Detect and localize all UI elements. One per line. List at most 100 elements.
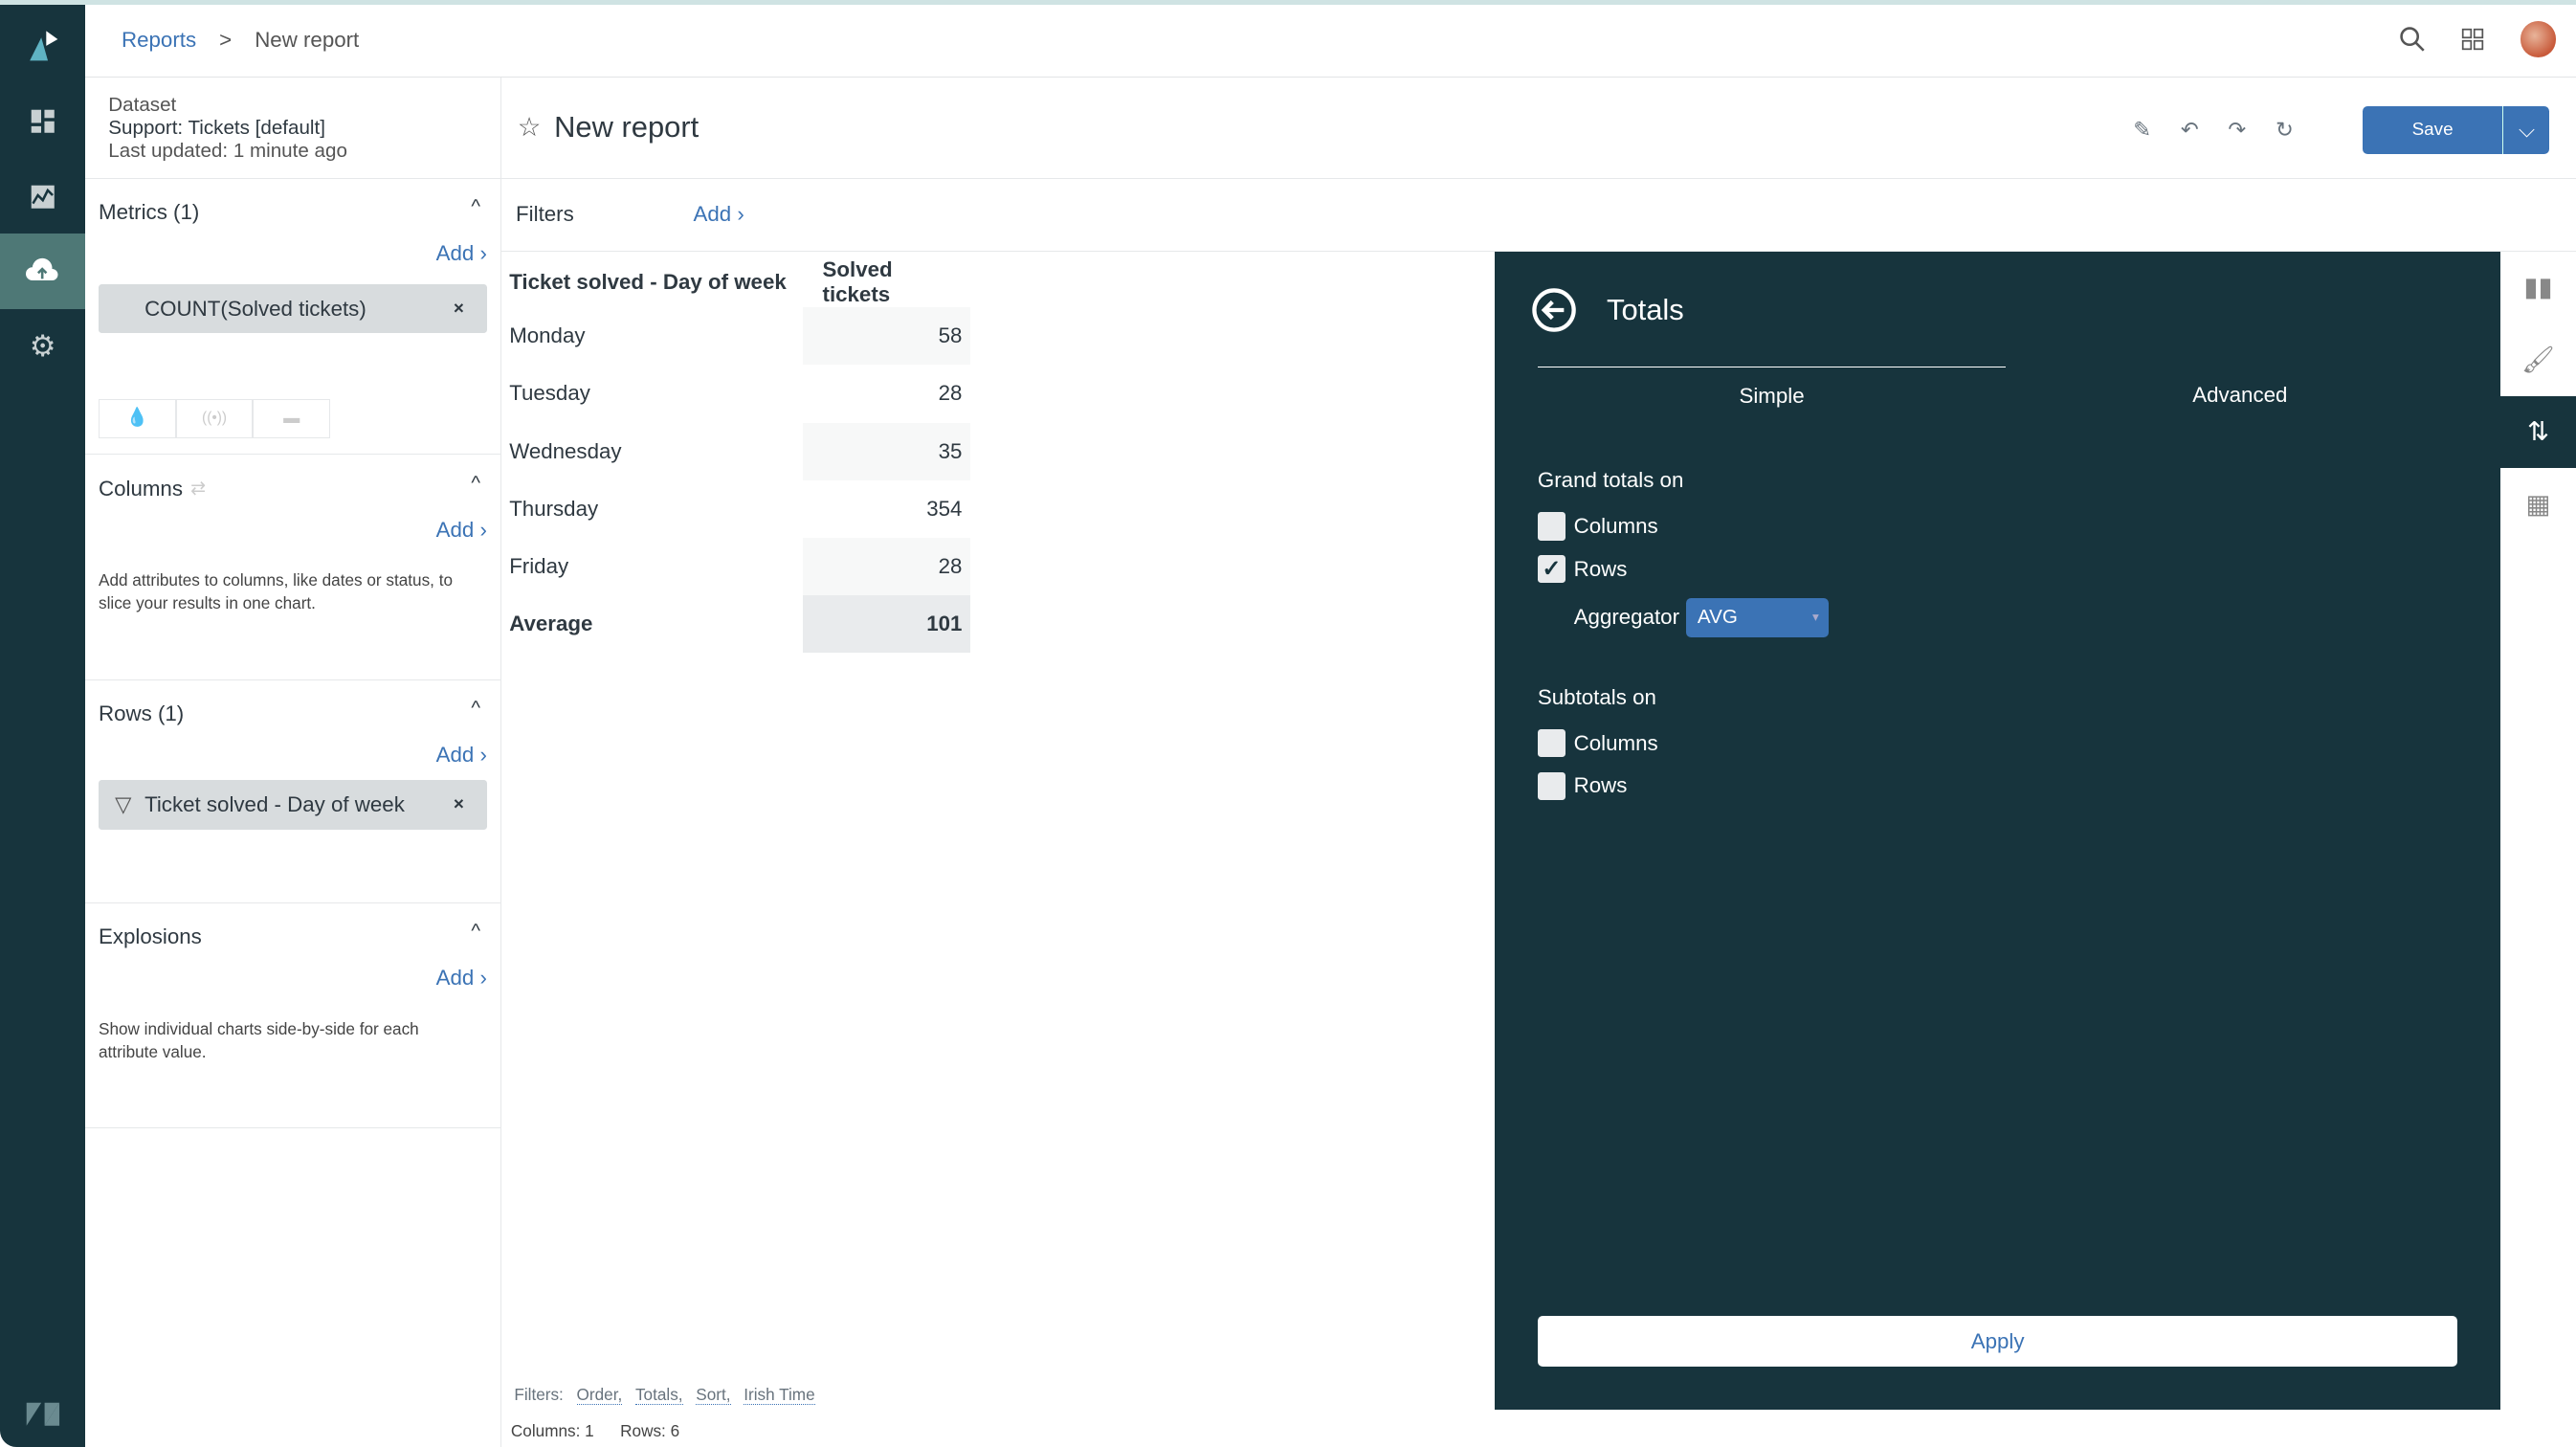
save-button-group: Save ⌵: [2362, 106, 2550, 155]
table-row: Friday 28: [509, 537, 971, 595]
footer-filters: Filters: Order, Totals, Sort, Irish Time: [514, 1385, 815, 1406]
comment-icon[interactable]: ▬: [253, 399, 331, 439]
broadcast-icon[interactable]: ((•)): [175, 399, 254, 439]
breadcrumb-separator: >: [219, 28, 233, 53]
report-titlebar: ☆ New report ✎ ↶ ↷ ↻ Save ⌵: [500, 78, 2576, 179]
rows-title: Rows (1): [99, 701, 185, 725]
add-explosion-link[interactable]: Add ›: [436, 966, 487, 991]
edit-icon[interactable]: ✎: [2133, 118, 2151, 143]
table-row: Tuesday 28: [509, 365, 970, 422]
aggregator-select[interactable]: AVG: [1685, 597, 1830, 637]
columns-title: Columns: [99, 476, 183, 501]
totals-title: Totals: [1607, 293, 1684, 327]
dataset-name[interactable]: Support: Tickets [default]: [108, 117, 477, 140]
checkbox-label: Rows: [1573, 773, 1628, 798]
total-row: Average 101: [509, 594, 971, 653]
remove-icon[interactable]: ×: [454, 794, 464, 815]
avatar[interactable]: [2520, 21, 2557, 57]
checkbox-label: Columns: [1573, 730, 1658, 755]
row-value: 35: [802, 422, 971, 480]
table-row: Monday 58: [509, 307, 971, 366]
tab-simple[interactable]: Simple: [1537, 366, 2007, 409]
save-button[interactable]: Save: [2363, 106, 2504, 155]
refresh-icon[interactable]: ↻: [2276, 118, 2294, 143]
back-arrow-icon[interactable]: [1531, 287, 1577, 333]
grand-rows-checkbox[interactable]: ✓ Rows: [1537, 555, 1627, 584]
collapse-chevron-icon[interactable]: ^: [471, 472, 480, 495]
row-value: 28: [802, 537, 971, 595]
collapse-chevron-icon[interactable]: ^: [471, 920, 480, 943]
row-value: 101: [802, 594, 971, 653]
footer-filter-order[interactable]: Order,: [576, 1385, 623, 1406]
columns-section: Columns ⇄ ^ Add › Add attributes to colu…: [85, 455, 500, 680]
sub-rows-checkbox[interactable]: Rows: [1537, 771, 1628, 800]
sub-columns-checkbox[interactable]: Columns: [1537, 729, 1658, 758]
add-row-link[interactable]: Add ›: [436, 743, 487, 768]
reports-icon[interactable]: [0, 159, 85, 234]
checkmark-icon: ✓: [1537, 555, 1566, 584]
star-icon[interactable]: ☆: [518, 112, 542, 143]
aggregator-label: Aggregator: [1573, 605, 1680, 630]
footer-filter-sort[interactable]: Sort,: [696, 1385, 731, 1406]
table-row: Thursday 354: [509, 480, 970, 538]
filters-label: Filters: [516, 202, 574, 226]
table-header: Solved tickets: [822, 257, 893, 307]
upload-icon[interactable]: [0, 233, 86, 309]
filter-icon[interactable]: ▽: [115, 792, 131, 817]
row-label: Thursday: [509, 496, 599, 521]
calculator-icon[interactable]: ▦: [2500, 468, 2576, 541]
metrics-section: Metrics (1) ^ Add › COUNT(Solved tickets…: [85, 179, 500, 456]
swap-icon[interactable]: ⇄: [190, 478, 206, 500]
subtotals-label: Subtotals on: [1537, 684, 1656, 709]
row-value: 28: [938, 381, 963, 406]
breadcrumb-reports[interactable]: Reports: [122, 28, 196, 53]
apps-grid-icon[interactable]: [2461, 28, 2484, 51]
left-panel: Dataset Support: Tickets [default] Last …: [85, 77, 501, 1447]
tab-advanced[interactable]: Advanced: [2006, 367, 2474, 409]
settings-icon[interactable]: ⚙: [0, 309, 85, 385]
explosions-hint: Show individual charts side-by-side for …: [99, 1018, 419, 1061]
chart-type-icon[interactable]: ▮▮: [2500, 252, 2576, 324]
right-rail: ▮▮ 🖌 ⇅ ▦: [2499, 252, 2576, 541]
add-filter-link[interactable]: Add ›: [693, 202, 744, 227]
footer-filters-label: Filters:: [514, 1385, 564, 1405]
add-column-link[interactable]: Add ›: [436, 518, 487, 543]
redo-icon[interactable]: ↷: [2228, 118, 2246, 143]
sort-arrows-icon[interactable]: ⇅: [2499, 395, 2576, 469]
footer-filter-time[interactable]: Irish Time: [744, 1385, 815, 1406]
row-pill[interactable]: ▽ Ticket solved - Day of week ×: [99, 780, 487, 830]
drop-icon[interactable]: 💧: [99, 399, 176, 439]
explosions-section: Explosions ^ Add › Show individual chart…: [85, 903, 500, 1129]
results-table: Ticket solved - Day of week Solved ticket…: [509, 257, 971, 653]
search-icon[interactable]: [2399, 26, 2425, 52]
row-pill-label: Ticket solved - Day of week: [144, 792, 405, 817]
collapse-chevron-icon[interactable]: ^: [471, 195, 480, 218]
zendesk-logo-icon[interactable]: [0, 1377, 85, 1447]
paintbrush-icon[interactable]: 🖌: [2500, 323, 2576, 396]
totals-panel: Totals Simple Advanced Grand totals on Co…: [1495, 251, 2500, 1410]
rows-count: Rows: 6: [620, 1420, 680, 1440]
report-title[interactable]: New report: [554, 110, 699, 145]
row-label: Tuesday: [509, 381, 590, 406]
table-header: Ticket solved - Day of week: [509, 270, 787, 295]
metric-pill-label: COUNT(Solved tickets): [144, 296, 366, 321]
dataset-info: Dataset Support: Tickets [default] Last …: [85, 78, 500, 179]
row-label: Wednesday: [509, 438, 622, 463]
dashboard-icon[interactable]: [0, 83, 85, 159]
dataset-label: Dataset: [108, 93, 177, 116]
undo-icon[interactable]: ↶: [2181, 118, 2199, 143]
row-value: 58: [802, 307, 971, 366]
apply-button[interactable]: Apply: [1537, 1316, 2458, 1368]
collapse-chevron-icon[interactable]: ^: [471, 697, 480, 720]
add-metric-link[interactable]: Add ›: [436, 241, 487, 266]
save-dropdown-chevron-icon[interactable]: ⌵: [2503, 106, 2549, 154]
rows-section: Rows (1) ^ Add › ▽ Ticket solved - Day of…: [85, 680, 500, 904]
checkbox-label: Columns: [1573, 514, 1658, 539]
metric-pill[interactable]: COUNT(Solved tickets) ×: [99, 283, 487, 334]
grand-columns-checkbox[interactable]: Columns: [1537, 512, 1658, 541]
explosions-title: Explosions: [99, 924, 202, 949]
logo-icon[interactable]: [0, 8, 85, 83]
top-bar: Reports > New report: [85, 5, 2576, 78]
remove-icon[interactable]: ×: [454, 299, 464, 320]
footer-filter-totals[interactable]: Totals,: [634, 1385, 683, 1406]
